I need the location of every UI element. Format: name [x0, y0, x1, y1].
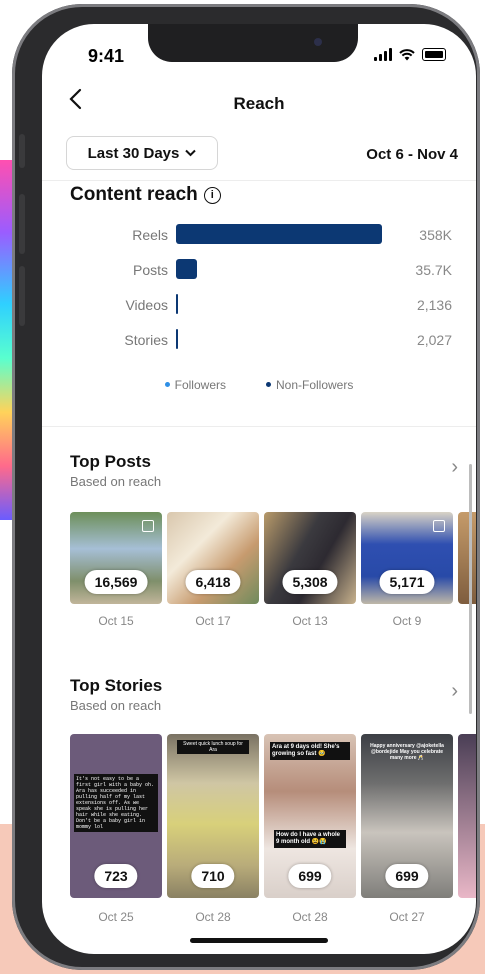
reach-row-value: 358K — [419, 227, 452, 243]
post-date: Oct 13 — [292, 614, 328, 628]
divider — [42, 180, 476, 181]
post-date: Oct 17 — [195, 614, 231, 628]
story-reach-count: 699 — [385, 864, 429, 888]
story-caption: How do I have a whole 9 month old 😫😭 — [274, 830, 346, 848]
post-reach-count: 6,418 — [185, 570, 241, 594]
story-thumbnail[interactable] — [458, 734, 476, 898]
top-posts-subtitle: Based on reach — [70, 474, 162, 489]
story-caption: Happy anniversary @ajoketella @bordejide… — [370, 743, 444, 761]
reach-row-label: Reels — [132, 227, 168, 243]
carousel-icon — [142, 520, 154, 532]
post-thumbnail[interactable]: 16,569 — [70, 512, 162, 604]
reach-row-value: 35.7K — [415, 262, 452, 278]
content-reach-title-text: Content reach — [70, 184, 198, 205]
mute-switch — [19, 134, 25, 168]
story-date: Oct 28 — [195, 910, 231, 924]
wifi-icon — [399, 48, 415, 60]
signal-icon — [374, 48, 392, 61]
divider — [42, 426, 476, 427]
post-thumbnail[interactable]: 5,171 — [361, 512, 453, 604]
reach-row-value: 2,136 — [416, 297, 452, 313]
reach-bar[interactable] — [176, 224, 382, 244]
battery-icon — [422, 48, 446, 61]
story-date: Oct 28 — [292, 910, 328, 924]
story-thumbnail[interactable]: Sweet quick lunch soup for Ara 710 — [167, 734, 259, 898]
story-date: Oct 25 — [98, 910, 134, 924]
post-reach-count: 16,569 — [84, 570, 148, 594]
carousel-icon — [433, 520, 445, 532]
legend-followers: Followers — [164, 378, 226, 392]
reach-row-videos: Videos 2,136 — [42, 294, 476, 318]
top-posts-title: Top Posts — [70, 452, 151, 471]
top-posts-header: Top Posts Based on reach — [70, 452, 161, 489]
status-icons — [374, 48, 446, 61]
story-reach-count: 699 — [288, 864, 332, 888]
post-reach-count: 5,171 — [379, 570, 435, 594]
reach-row-value: 2,027 — [416, 332, 452, 348]
volume-down-button — [19, 266, 25, 326]
volume-up-button — [19, 194, 25, 254]
story-caption: It's not easy to be a first girl with a … — [74, 774, 158, 832]
top-stories-title: Top Stories — [70, 676, 163, 695]
info-icon[interactable]: i — [203, 187, 221, 204]
top-stories-row: It's not easy to be a first girl with a … — [70, 734, 476, 898]
home-indicator[interactable] — [190, 938, 328, 943]
reach-row-label: Stories — [124, 332, 168, 348]
story-reach-count: 723 — [94, 864, 138, 888]
post-thumbnail[interactable]: 6,418 — [167, 512, 259, 604]
post-thumbnail[interactable] — [458, 512, 476, 604]
story-thumbnail[interactable]: Ara at 9 days old! She's growing so fast… — [264, 734, 356, 898]
phone-frame: 9:41 Reach Last 30 Days Oct 6 - Nov 4 Co… — [12, 4, 480, 970]
content-reach-title: Content reach i — [70, 184, 221, 206]
story-thumbnail[interactable]: It's not easy to be a first girl with a … — [70, 734, 162, 898]
reach-bar[interactable] — [176, 294, 178, 314]
date-range-label: Last 30 Days — [87, 144, 180, 162]
top-stories-header: Top Stories Based on reach — [70, 676, 162, 713]
date-range-text: Oct 6 - Nov 4 — [366, 146, 458, 163]
chevron-down-icon — [185, 149, 197, 157]
post-reach-count: 5,308 — [282, 570, 338, 594]
notch — [148, 24, 358, 62]
top-stories-chevron-right-icon[interactable]: › — [451, 680, 458, 703]
reach-bar[interactable] — [176, 259, 197, 279]
story-caption: Ara at 9 days old! She's growing so fast… — [270, 742, 350, 760]
story-date: Oct 27 — [389, 910, 425, 924]
date-range-dropdown[interactable]: Last 30 Days — [66, 136, 218, 170]
reach-row-label: Posts — [132, 262, 168, 278]
reach-row-label: Videos — [125, 297, 168, 313]
scrollbar[interactable] — [469, 464, 472, 714]
screen: 9:41 Reach Last 30 Days Oct 6 - Nov 4 Co… — [42, 24, 476, 954]
chart-legend: Followers Non-Followers — [42, 378, 476, 392]
status-time: 9:41 — [88, 46, 125, 66]
top-posts-chevron-right-icon[interactable]: › — [451, 456, 458, 479]
post-thumbnail[interactable]: 5,308 — [264, 512, 356, 604]
reach-bar[interactable] — [176, 329, 178, 349]
story-reach-count: 710 — [191, 864, 235, 888]
story-thumbnail[interactable]: Happy anniversary @ajoketella @bordejide… — [361, 734, 453, 898]
post-date: Oct 9 — [392, 614, 422, 628]
page-title: Reach — [233, 94, 285, 113]
reach-row-stories: Stories 2,027 — [42, 329, 476, 353]
reach-row-reels: Reels 358K — [42, 224, 476, 248]
top-stories-subtitle: Based on reach — [70, 698, 162, 713]
reach-row-posts: Posts 35.7K — [42, 259, 476, 283]
legend-non-followers: Non-Followers — [266, 378, 353, 392]
story-caption: Sweet quick lunch soup for Ara — [177, 740, 249, 754]
post-date: Oct 15 — [98, 614, 134, 628]
top-posts-row: 16,569 6,418 5,308 5,171 — [70, 512, 476, 604]
